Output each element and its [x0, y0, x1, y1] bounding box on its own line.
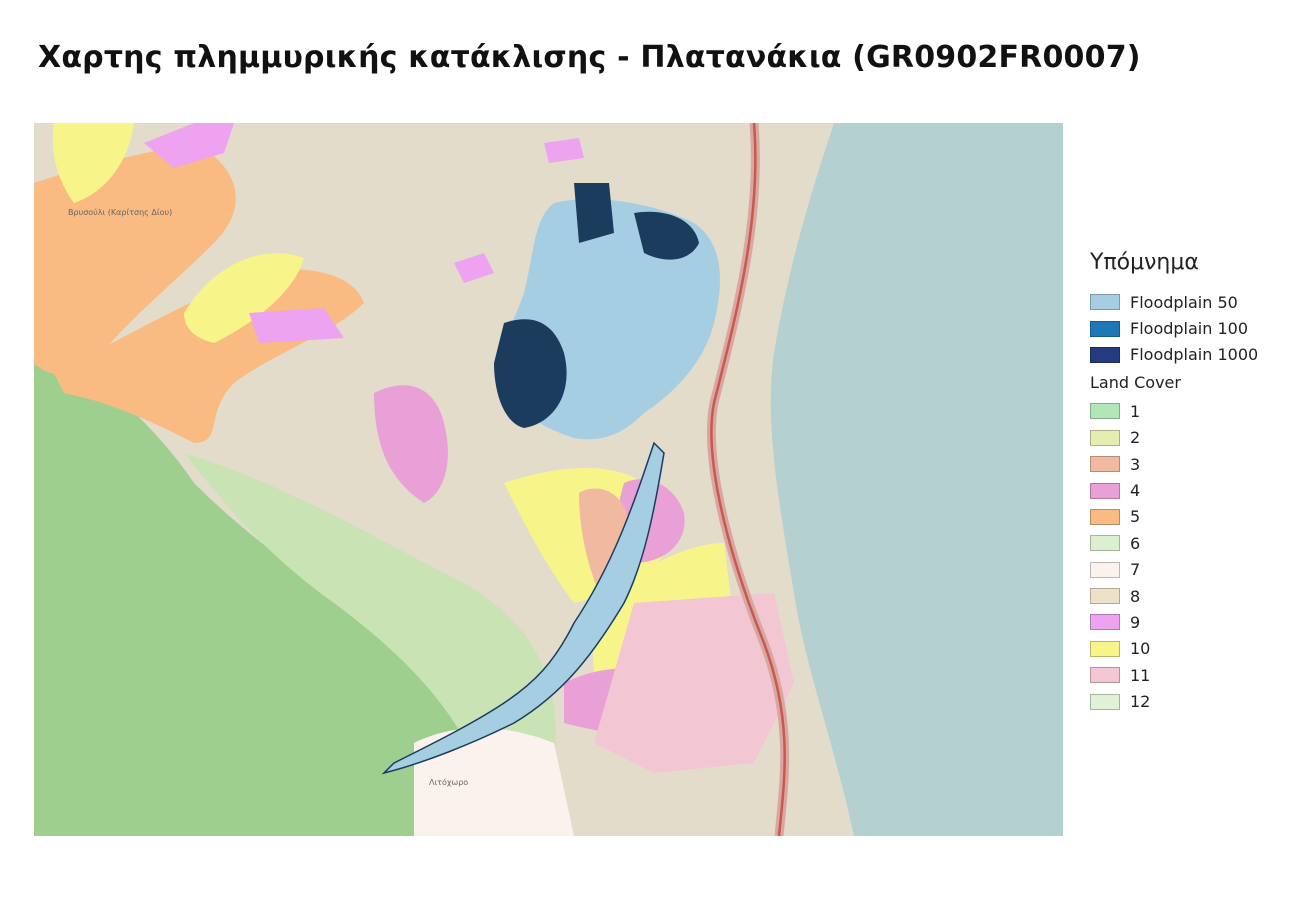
landcover-swatch — [1090, 667, 1120, 684]
landcover-swatch — [1090, 588, 1120, 605]
land-cover-legend: 1 2 3 4 5 6 7 8 9 10 11 12 — [1090, 398, 1295, 715]
floodplain-1000-north — [574, 183, 614, 243]
floodplain-swatch — [1090, 294, 1120, 311]
landcover-item: 10 — [1090, 636, 1295, 662]
landcover-swatch — [1090, 403, 1120, 420]
floodplain-label: Floodplain 50 — [1130, 292, 1238, 312]
landcover-label: 7 — [1130, 560, 1141, 580]
landcover-item: 12 — [1090, 688, 1295, 714]
landcover-label: 8 — [1130, 586, 1141, 606]
floodplain-legend: Floodplain 50 Floodplain 100 Floodplain 10… — [1090, 289, 1295, 368]
floodplain-label: Floodplain 100 — [1130, 319, 1248, 339]
floodplain-swatch — [1090, 346, 1120, 363]
flood-map[interactable]: Βρυσούλι (Καρίτσης Δίου) Λιτόχωρο — [34, 123, 1063, 836]
village-south-label: Λιτόχωρο — [429, 777, 468, 787]
floodplain-item: Floodplain 1000 — [1090, 342, 1295, 368]
landcover-swatch — [1090, 561, 1120, 578]
landcover-swatch — [1090, 456, 1120, 473]
landcover-label: 12 — [1130, 692, 1151, 712]
landcover-swatch — [1090, 429, 1120, 446]
landcover-label: 5 — [1130, 507, 1141, 527]
landcover-item: 5 — [1090, 504, 1295, 530]
landcover-item: 11 — [1090, 662, 1295, 688]
landcover-item: 9 — [1090, 609, 1295, 635]
landcover-label: 6 — [1130, 533, 1141, 553]
floodplain-label: Floodplain 1000 — [1130, 345, 1259, 365]
landcover-label: 3 — [1130, 454, 1141, 474]
landcover-label: 2 — [1130, 428, 1141, 448]
landcover-item: 8 — [1090, 583, 1295, 609]
floodplain-swatch — [1090, 320, 1120, 337]
legend: Υπόμνημα Floodplain 50 Floodplain 100 Floo… — [1090, 250, 1295, 715]
floodplain-item: Floodplain 100 — [1090, 315, 1295, 341]
landcover-label: 11 — [1130, 665, 1151, 685]
landcover-item: 4 — [1090, 477, 1295, 503]
landcover-item: 6 — [1090, 530, 1295, 556]
landcover-label: 9 — [1130, 612, 1141, 632]
landcover-label: 1 — [1130, 401, 1141, 421]
floodplain-item: Floodplain 50 — [1090, 289, 1295, 315]
map-title: Χαρτης πλημμυρικής κατάκλισης - Πλατανάκ… — [38, 40, 1141, 75]
legend-title: Υπόμνημα — [1090, 250, 1199, 275]
landcover-item: 7 — [1090, 557, 1295, 583]
landcover-label: 10 — [1130, 639, 1151, 659]
map-canvas: Βρυσούλι (Καρίτσης Δίου) Λιτόχωρο — [34, 123, 1063, 836]
landcover-swatch — [1090, 693, 1120, 710]
landcover-swatch — [1090, 535, 1120, 552]
landcover-item: 1 — [1090, 398, 1295, 424]
landcover-swatch — [1090, 508, 1120, 525]
land-cover-title: Land Cover — [1090, 373, 1181, 393]
landcover-swatch — [1090, 482, 1120, 499]
landcover-label: 4 — [1130, 481, 1141, 501]
landcover-item: 3 — [1090, 451, 1295, 477]
village-north-label: Βρυσούλι (Καρίτσης Δίου) — [68, 207, 172, 217]
landcover-swatch — [1090, 614, 1120, 631]
landcover-item: 2 — [1090, 425, 1295, 451]
landcover-swatch — [1090, 640, 1120, 657]
